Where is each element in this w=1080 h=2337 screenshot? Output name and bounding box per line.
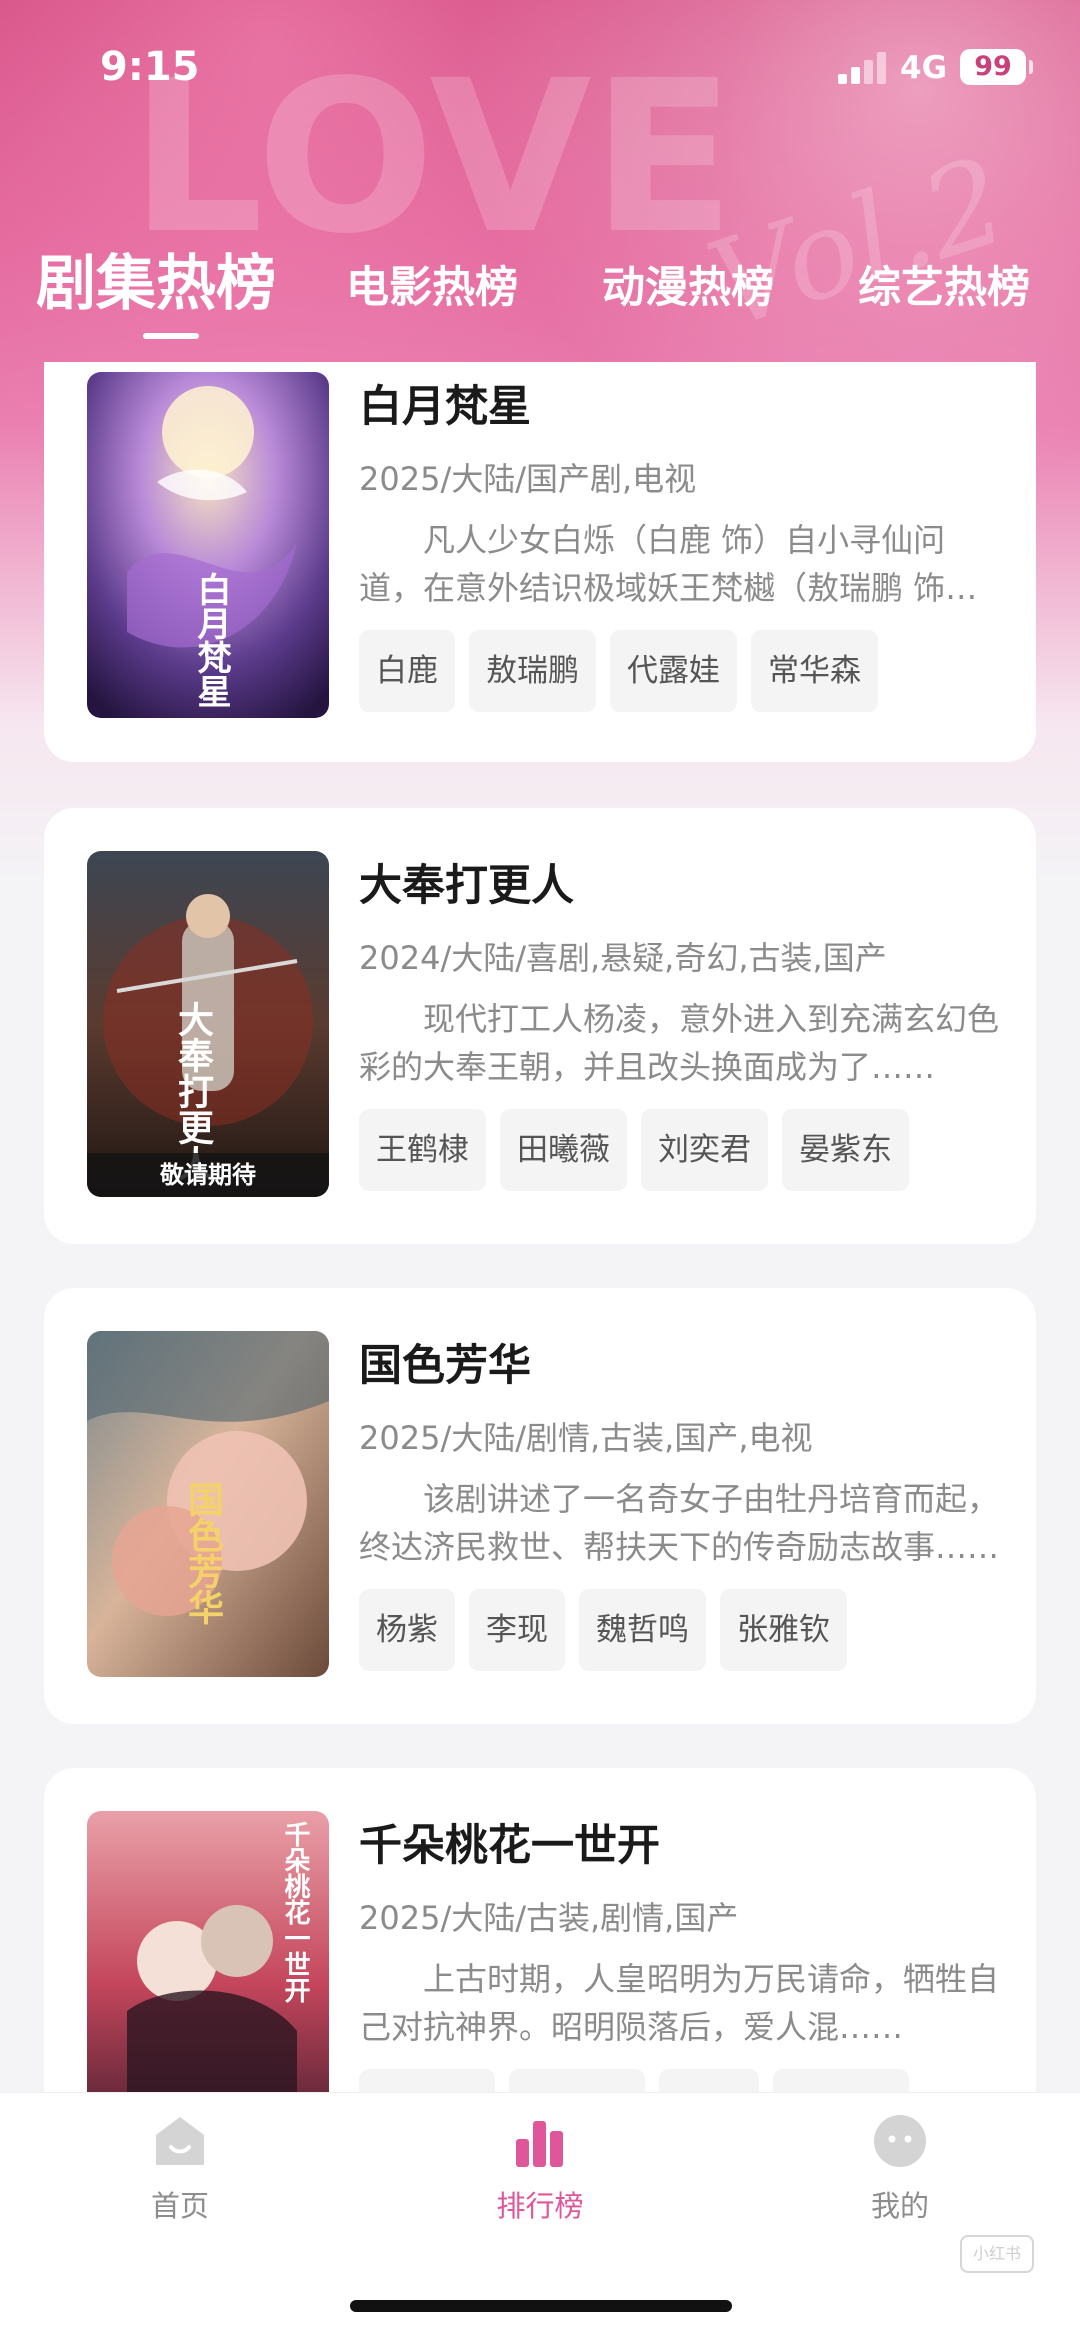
show-description: 上古时期，人皇昭明为万民请命，牺牲自己对抗神界。昭明陨落后，爱人混……	[359, 1960, 999, 2046]
poster-image[interactable]: 千朵桃花一世开	[87, 1811, 329, 2092]
tabbar-ranking[interactable]: 排行榜	[440, 2111, 640, 2225]
tab-drama[interactable]: 剧集热榜	[36, 235, 276, 322]
network-type: 4G	[900, 50, 948, 86]
show-meta: 2025/大陆/古装,剧情,国产	[359, 1899, 739, 1937]
show-title[interactable]: 白月梵星	[359, 372, 999, 434]
poster-title: 国色芳华	[182, 1481, 224, 1625]
cast-tag[interactable]: 李现	[469, 1589, 565, 1671]
tabbar-label: 首页	[150, 2189, 209, 2223]
cast-tags: 杨紫 李现 魏哲鸣 张雅钦	[359, 1589, 999, 1671]
cast-tag[interactable]: 魏哲鸣	[579, 1589, 706, 1671]
poster-title: 白月梵星	[191, 572, 231, 708]
cast-tag[interactable]: 敖瑞鹏	[469, 630, 596, 712]
cast-tag[interactable]	[659, 2069, 759, 2092]
home-indicator[interactable]	[350, 2300, 732, 2312]
cast-tag[interactable]: 田曦薇	[500, 1109, 627, 1191]
watermark-logo: 小红书	[960, 2235, 1034, 2273]
cast-tag[interactable]: 刘奕君	[641, 1109, 768, 1191]
cast-tag[interactable]: 晏紫东	[782, 1109, 909, 1191]
cast-tag[interactable]: 代露娃	[610, 630, 737, 712]
cast-tag[interactable]: 杨紫	[359, 1589, 455, 1671]
show-card[interactable]: 国色芳华 国色芳华 2025/大陆/剧情,古装,国产,电视 该剧讲述了一名奇女子…	[44, 1288, 1036, 1724]
show-card[interactable]: 白月梵星 白月梵星 2025/大陆/国产剧,电视 凡人少女白烁（白鹿 饰）自小寻…	[44, 362, 1036, 762]
category-tabs: 剧集热榜 电影热榜 动漫热榜 综艺热榜	[0, 225, 1080, 345]
cast-tag[interactable]: 王鹤棣	[359, 1109, 486, 1191]
show-meta: 2024/大陆/喜剧,悬疑,奇幻,古装,国产	[359, 939, 887, 977]
show-meta: 2025/大陆/剧情,古装,国产,电视	[359, 1419, 813, 1457]
cast-tags: 白鹿 敖瑞鹏 代露娃 常华森	[359, 630, 999, 712]
show-meta: 2025/大陆/国产剧,电视	[359, 460, 697, 498]
show-title[interactable]: 大奉打更人	[359, 851, 999, 913]
show-description: 凡人少女白烁（白鹿 饰）自小寻仙问道，在意外结识极域妖王梵樾（敖瑞鹏 饰）后……	[359, 521, 978, 607]
cast-tag[interactable]: 白鹿	[359, 630, 455, 712]
poster-image[interactable]: 国色芳华	[87, 1331, 329, 1677]
show-title[interactable]: 千朵桃花一世开	[359, 1811, 999, 1873]
show-description: 现代打工人杨凌，意外进入到充满玄幻色彩的大奉王朝，并且改头换面成为了……	[359, 1000, 999, 1086]
show-title[interactable]: 国色芳华	[359, 1331, 999, 1393]
tab-anime[interactable]: 动漫热榜	[602, 253, 774, 315]
cast-tags	[359, 2069, 999, 2092]
poster-title: 千朵桃花一世开	[280, 1821, 310, 2003]
signal-icon	[838, 52, 886, 84]
cast-tags: 王鹤棣 田曦薇 刘奕君 晏紫东	[359, 1109, 999, 1191]
poster-image[interactable]: 白月梵星	[87, 372, 329, 718]
cast-tag[interactable]: 张雅钦	[720, 1589, 847, 1671]
poster-banner: 敬请期待	[87, 1153, 329, 1197]
status-time: 9:15	[100, 44, 200, 90]
show-card[interactable]: 大奉打更人 敬请期待 大奉打更人 2024/大陆/喜剧,悬疑,奇幻,古装,国产 …	[44, 808, 1036, 1244]
tabbar-home[interactable]: 首页	[80, 2111, 280, 2225]
home-icon	[150, 2111, 210, 2171]
show-description: 该剧讲述了一名奇女子由牡丹培育而起，终达济民救世、帮扶天下的传奇励志故事……	[359, 1480, 999, 1566]
status-bar: 9:15 4G 99	[0, 0, 1080, 140]
cast-tag[interactable]	[509, 2069, 645, 2092]
tabbar-profile[interactable]: 我的	[800, 2111, 1000, 2225]
battery-icon: 99	[960, 49, 1033, 85]
cast-tag[interactable]	[773, 2069, 909, 2092]
cast-tag[interactable]: 常华森	[751, 630, 878, 712]
tabbar-label: 排行榜	[496, 2189, 584, 2223]
show-card[interactable]: 千朵桃花一世开 千朵桃花一世开 2025/大陆/古装,剧情,国产 上古时期，人皇…	[44, 1768, 1036, 2092]
ranking-icon	[510, 2111, 570, 2171]
tab-movie[interactable]: 电影热榜	[346, 253, 518, 315]
poster-image[interactable]: 大奉打更人 敬请期待	[87, 851, 329, 1197]
tab-variety[interactable]: 综艺热榜	[858, 253, 1030, 315]
tabbar-label: 我的	[870, 2189, 929, 2223]
ranking-list[interactable]: 白月梵星 白月梵星 2025/大陆/国产剧,电视 凡人少女白烁（白鹿 饰）自小寻…	[0, 362, 1080, 2092]
cast-tag[interactable]	[359, 2069, 495, 2092]
active-tab-indicator	[143, 333, 199, 339]
profile-icon	[870, 2111, 930, 2171]
